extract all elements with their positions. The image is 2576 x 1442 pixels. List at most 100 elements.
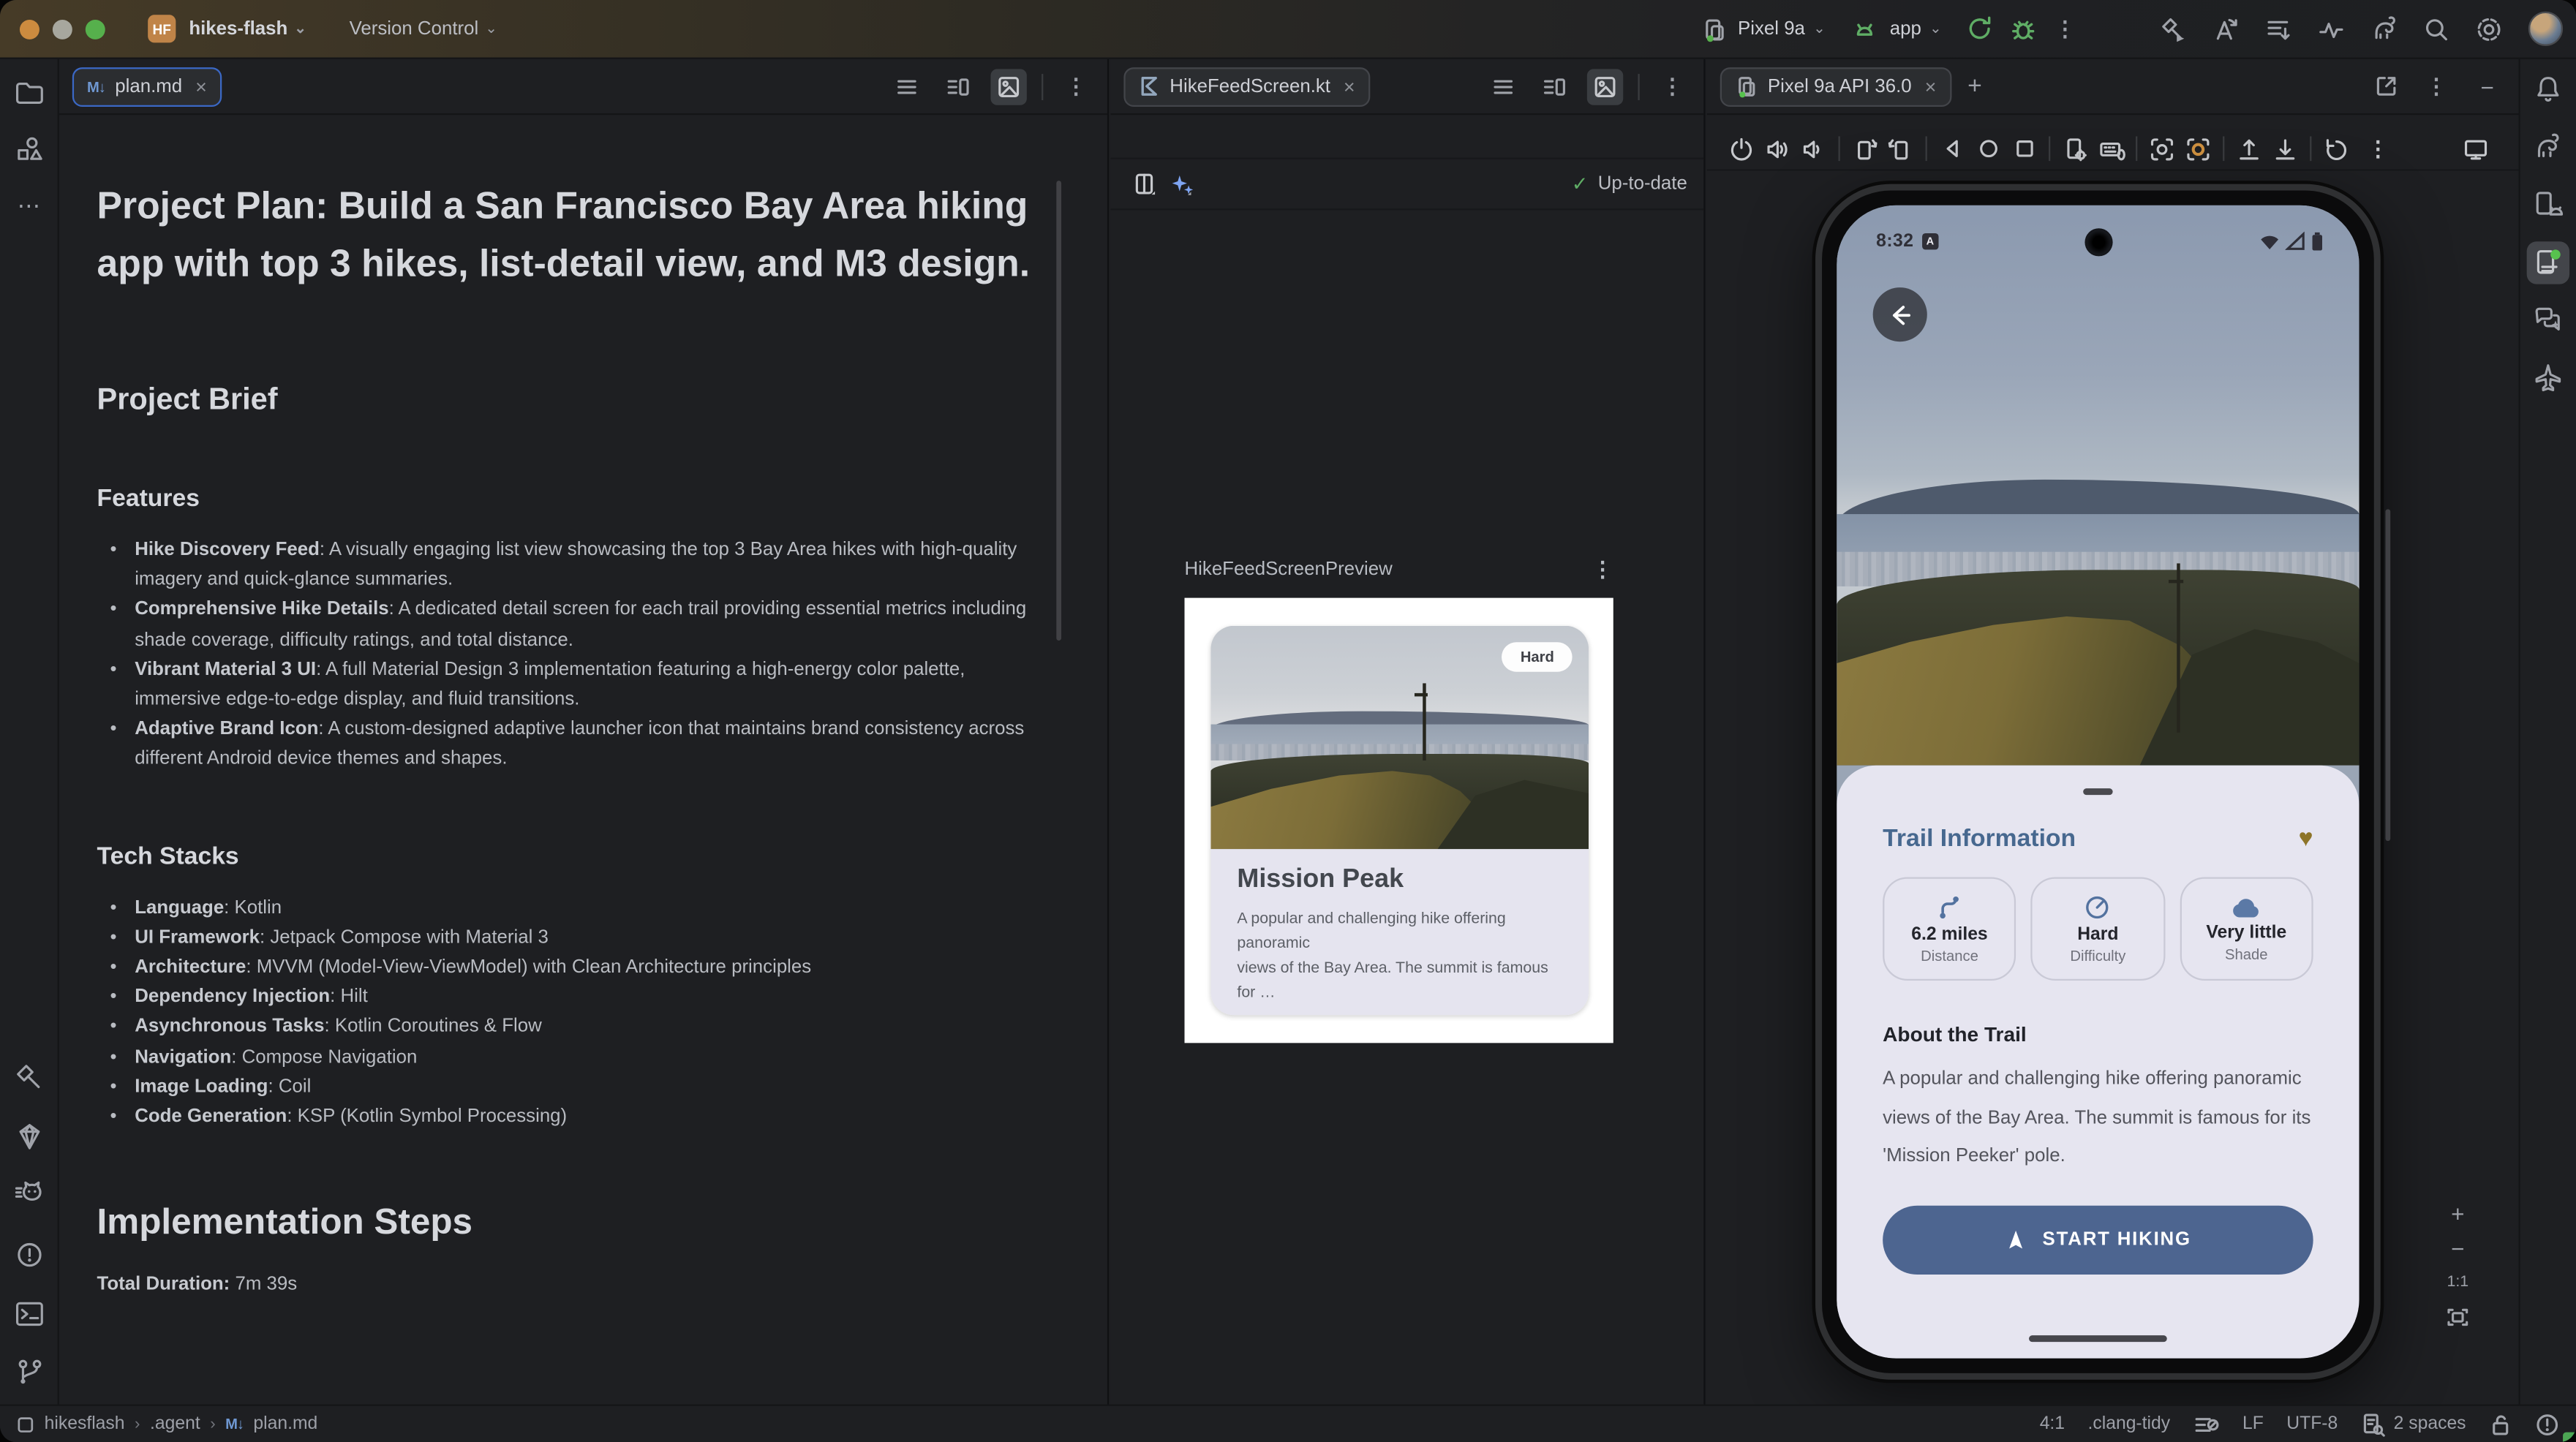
scrollbar-thumb[interactable]	[1056, 181, 1061, 641]
close-tab-icon[interactable]: ×	[1925, 75, 1937, 97]
more-tool-windows-icon[interactable]: ⋯	[7, 184, 50, 227]
phone-screen[interactable]: 8:32 A Trail Information ♥	[1837, 205, 2359, 1359]
run-more-options-icon[interactable]: ⋮	[2049, 12, 2082, 45]
hike-description: A popular and challenging hike offering …	[1237, 907, 1562, 1005]
add-device-tab-icon[interactable]: +	[1967, 72, 1982, 100]
resource-manager-icon[interactable]	[7, 128, 50, 170]
virtual-input-icon[interactable]	[2093, 131, 2129, 167]
project-selector[interactable]: hikes-flash ⌄	[189, 19, 306, 39]
notifications-bell-icon[interactable]	[2527, 69, 2569, 111]
android-back-icon[interactable]	[1934, 131, 1970, 167]
tab-options-icon[interactable]: ⋮	[1058, 68, 1094, 104]
fit-screen-icon[interactable]	[2447, 1306, 2469, 1329]
running-devices-icon[interactable]	[2527, 241, 2569, 284]
preview-options-icon[interactable]: ⋮	[1592, 556, 1613, 583]
android-home-icon[interactable]	[1970, 131, 2006, 167]
tab-options-icon[interactable]: ⋮	[1654, 68, 1690, 104]
zoom-out-icon[interactable]: −	[2451, 1239, 2464, 1258]
pane-options-icon[interactable]: ⋮	[2418, 68, 2454, 104]
debug-icon[interactable]	[2006, 12, 2039, 45]
title-bar: HF hikes-flash ⌄ Version Control ⌄ Pixel…	[0, 0, 2576, 59]
breadcrumb-folder[interactable]: .agent	[150, 1414, 200, 1434]
favorite-heart-icon[interactable]: ♥	[2299, 825, 2313, 853]
gemini-sparkle-icon[interactable]	[1163, 166, 1199, 202]
sheet-drag-handle[interactable]	[2083, 788, 2112, 795]
version-control-menu[interactable]: Version Control ⌄	[350, 19, 498, 39]
code-view-icon[interactable]	[1485, 68, 1521, 104]
rotate-left-icon[interactable]	[1847, 131, 1883, 167]
device-settings-icon[interactable]	[2057, 131, 2093, 167]
push-file-icon[interactable]	[2231, 131, 2267, 167]
problems-icon[interactable]	[7, 1234, 50, 1276]
build-tool-icon[interactable]	[7, 1056, 50, 1098]
device-selector[interactable]: Pixel 9a ⌄	[1685, 9, 1837, 48]
snapshot-restore-icon[interactable]	[2318, 131, 2354, 167]
readonly-lock-icon[interactable]	[2489, 1412, 2512, 1437]
screen-record-icon[interactable]	[2180, 131, 2216, 167]
volume-up-icon[interactable]	[1760, 131, 1796, 167]
caret-position-widget[interactable]: 4:1	[2040, 1414, 2065, 1434]
rotate-right-icon[interactable]	[1883, 131, 1918, 167]
emulator-more-icon[interactable]: ⋮	[2368, 135, 2389, 162]
start-hiking-button[interactable]: START HIKING	[1883, 1205, 2313, 1274]
split-view-icon[interactable]	[940, 68, 976, 104]
gesture-navigation-bar[interactable]	[2029, 1335, 2167, 1342]
gradle-sync-icon[interactable]	[2368, 12, 2400, 45]
zoom-in-icon[interactable]: +	[2451, 1204, 2464, 1223]
gemini-gem-icon[interactable]	[7, 1115, 50, 1158]
close-window-button[interactable]	[20, 19, 39, 39]
close-tab-icon[interactable]: ×	[1344, 75, 1355, 97]
save-file-icon[interactable]	[2267, 131, 2303, 167]
git-branch-icon[interactable]	[7, 1352, 50, 1394]
gemini-chat-icon[interactable]	[2527, 299, 2569, 341]
project-tool-icon[interactable]	[7, 72, 50, 115]
project-square-icon	[16, 1415, 34, 1433]
tab-hikefeedscreen-kt[interactable]: HikeFeedScreen.kt ×	[1123, 67, 1370, 106]
terminal-icon[interactable]	[7, 1293, 50, 1335]
build-icon[interactable]	[2157, 12, 2190, 45]
difficulty-card: Hard Difficulty	[2031, 877, 2165, 981]
scrollbar-thumb[interactable]	[2385, 509, 2390, 841]
preview-name: HikeFeedScreenPreview	[1185, 560, 1393, 580]
editor-only-view-icon[interactable]	[889, 68, 924, 104]
close-tab-icon[interactable]: ×	[195, 75, 207, 97]
search-icon[interactable]	[2420, 12, 2453, 45]
encoding-widget[interactable]: UTF-8	[2286, 1414, 2338, 1434]
tab-pixel-9a-emulator[interactable]: Pixel 9a API 36.0 ×	[1720, 67, 1951, 106]
breadcrumb-project[interactable]: hikesflash	[45, 1414, 125, 1434]
rerun-app-icon[interactable]	[1963, 12, 1996, 45]
kotlin-view-modes: ⋮	[1485, 68, 1691, 104]
preview-view-icon[interactable]	[1587, 68, 1623, 104]
breadcrumb-file[interactable]: plan.md	[253, 1414, 317, 1434]
screenshot-icon[interactable]	[2144, 131, 2180, 167]
power-icon[interactable]	[1723, 131, 1759, 167]
split-view-icon[interactable]	[1536, 68, 1572, 104]
event-log-icon[interactable]	[2535, 1412, 2560, 1437]
line-separator-widget[interactable]: LF	[2242, 1414, 2264, 1434]
zoom-window-button[interactable]	[86, 19, 105, 39]
settings-gear-icon[interactable]	[2473, 12, 2506, 45]
device-manager-icon[interactable]	[2527, 184, 2569, 227]
airplane-icon[interactable]	[2527, 356, 2569, 399]
analyzer-widget[interactable]: .clang-tidy	[2087, 1414, 2170, 1434]
external-display-icon[interactable]	[2463, 128, 2489, 170]
user-avatar[interactable]	[2528, 12, 2563, 46]
sync-translations-icon[interactable]	[2210, 12, 2242, 45]
hide-pane-icon[interactable]: −	[2469, 68, 2505, 104]
formatter-status-icon[interactable]	[2193, 1412, 2220, 1437]
preview-layout-icon[interactable]	[1127, 166, 1163, 202]
back-button[interactable]	[1873, 287, 1927, 341]
preview-only-view-icon[interactable]	[990, 68, 1026, 104]
profiler-icon[interactable]	[2315, 12, 2348, 45]
android-overview-icon[interactable]	[2006, 131, 2042, 167]
logcat-cat-icon[interactable]	[7, 1174, 50, 1217]
volume-down-icon[interactable]	[1796, 131, 1831, 167]
gradle-elephant-icon[interactable]	[2527, 127, 2569, 169]
hike-card[interactable]: Hard Mission Peak A popular and challeng…	[1210, 626, 1589, 1015]
tab-plan-md[interactable]: M↓ plan.md ×	[72, 67, 222, 106]
run-configuration-selector[interactable]: app ⌄	[1837, 9, 1954, 48]
logcat-list-icon[interactable]	[2262, 12, 2295, 45]
open-in-window-icon[interactable]	[2368, 68, 2403, 104]
indent-widget[interactable]: 2 spaces	[2361, 1412, 2466, 1437]
minimize-window-button[interactable]	[53, 19, 72, 39]
